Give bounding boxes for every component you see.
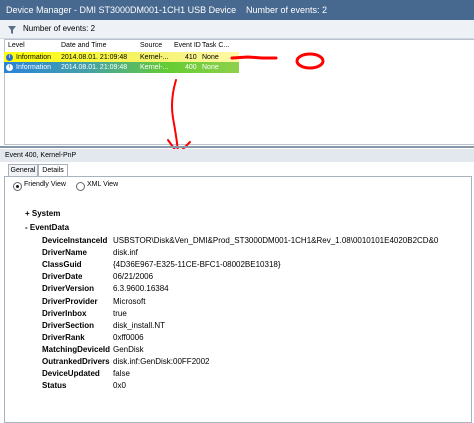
details-title: Event 400, Kernel-PnP — [0, 149, 474, 162]
pane-splitter[interactable] — [0, 146, 474, 148]
field-value: disk.inf — [113, 248, 138, 257]
friendly-view-label[interactable]: Friendly View — [24, 181, 66, 188]
field-key: DeviceUpdated — [42, 369, 100, 378]
annotation-underline — [230, 55, 278, 60]
field-key: OutrankedDrivers — [42, 357, 110, 366]
field-key: DriverName — [42, 248, 87, 257]
field-key: DriverSection — [42, 321, 95, 330]
field-key: ClassGuid — [42, 260, 82, 269]
field-value: GenDisk — [113, 345, 144, 354]
field-key: DriverVersion — [42, 284, 95, 293]
field-value: false — [113, 369, 130, 378]
xml-view-label[interactable]: XML View — [87, 181, 118, 188]
field-value: 06/21/2006 — [113, 272, 154, 281]
field-value: 0xff0006 — [113, 333, 144, 342]
tree-node-eventdata[interactable]: - EventData — [25, 223, 69, 232]
field-key: DriverProvider — [42, 297, 98, 306]
field-value: disk.inf:GenDisk:00FF2002 — [113, 357, 210, 366]
field-key: DriverDate — [42, 272, 83, 281]
radio-friendly-view[interactable] — [13, 182, 22, 191]
field-value: Microsoft — [113, 297, 146, 306]
field-value: disk_install.NT — [113, 321, 166, 330]
tab-details[interactable]: Details — [38, 164, 68, 176]
tree-node-system[interactable]: + System — [25, 209, 60, 218]
field-value: 6.3.9600.16384 — [113, 284, 169, 293]
annotation-circle — [295, 52, 325, 70]
tab-general[interactable]: General — [8, 164, 38, 176]
field-key: DriverRank — [42, 333, 85, 342]
field-key: MatchingDeviceId — [42, 345, 111, 354]
field-key: DriverInbox — [42, 309, 87, 318]
field-value: {4D36E967-E325-11CE-BFC1-08002BE10318} — [113, 260, 281, 269]
radio-xml-view[interactable] — [76, 182, 85, 191]
field-value: true — [113, 309, 127, 318]
field-key: DeviceInstanceId — [42, 236, 108, 245]
field-value: USBSTOR\Disk&Ven_DMI&Prod_ST3000DM001-1C… — [113, 236, 439, 245]
annotation-arrow-shaft — [171, 79, 179, 153]
field-key: Status — [42, 381, 67, 390]
details-title-text: Event 400, Kernel-PnP — [5, 152, 77, 159]
field-value: 0x0 — [113, 381, 126, 390]
